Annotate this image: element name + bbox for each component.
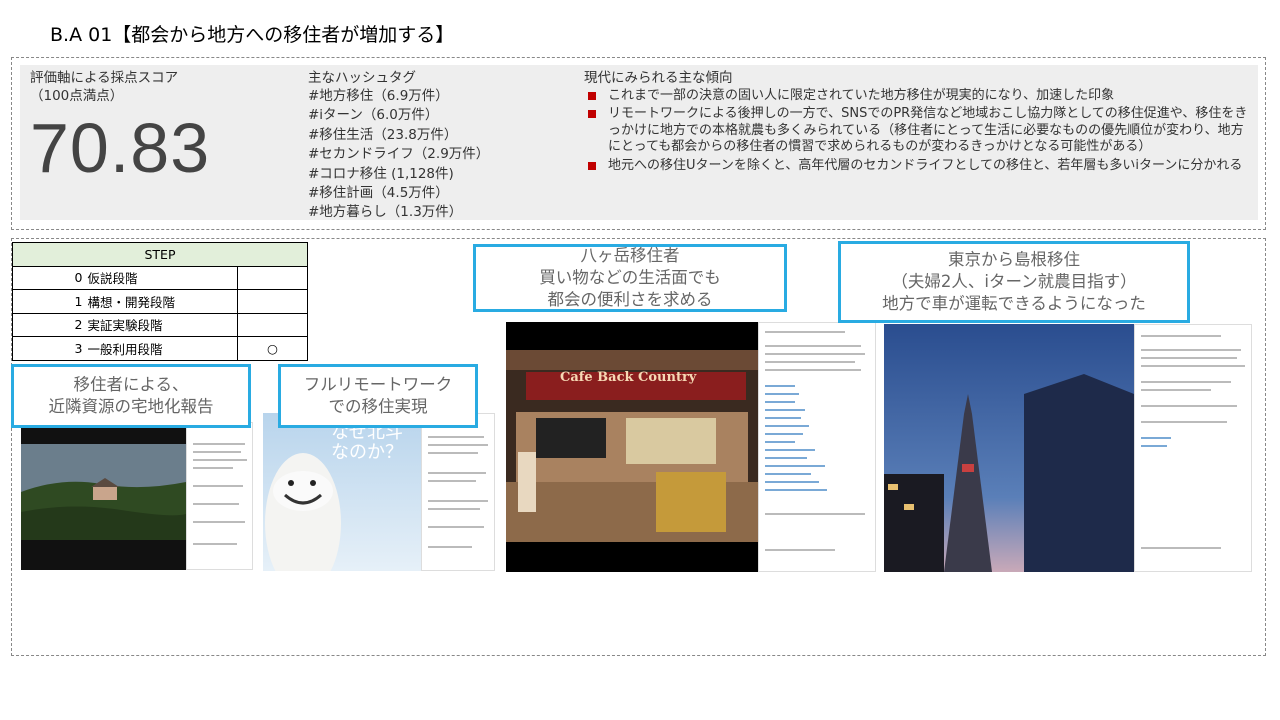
hashtag-panel: 主なハッシュタグ #地方移住（6.9万件） #iターン（6.0万件） #移住生活…: [296, 65, 574, 220]
step-table: STEP 0 仮説段階 1 構想・開発段階 2 実証実験段階 3 一般利用段階 …: [12, 242, 308, 361]
hashtag-item: #地方暮らし（1.3万件）: [308, 204, 463, 221]
step-row: 0 仮説段階: [12, 265, 308, 290]
step-mark: ○: [237, 336, 308, 361]
callout-remote-work: フルリモートワーク での移住実現: [278, 364, 478, 428]
callout-shimane: 東京から島根移住 （夫婦2人、iターン就農目指す） 地方で車が運転できるようにな…: [838, 241, 1190, 323]
step-row: 2 実証実験段階: [12, 312, 308, 337]
step-label: 実証実験段階: [84, 312, 238, 337]
step-number: 0: [12, 265, 85, 290]
summary-frame: 評価軸による採点スコア （100点満点） 70.83 主なハッシュタグ #地方移…: [11, 57, 1266, 230]
step-mark: [237, 312, 308, 337]
step-number: 1: [12, 289, 85, 314]
hashtag-item: #地方移住（6.9万件）: [308, 88, 449, 104]
step-label: 構想・開発段階: [84, 289, 238, 314]
step-row: 3 一般利用段階 ○: [12, 336, 308, 361]
post-text-panel: [421, 413, 495, 571]
step-mark: [237, 289, 308, 314]
post-screenshot-3: Cafe Back Country: [506, 322, 876, 572]
bullet-square-icon: [588, 110, 596, 119]
mascot-caption: なぜ北斗 なのか？: [331, 422, 403, 463]
post-text-panel: [1134, 324, 1252, 572]
post-screenshot-4: [884, 324, 1252, 572]
step-row: 1 構想・開発段階: [12, 289, 308, 314]
cafe-sign: Cafe Back Country: [560, 370, 697, 385]
hashtag-item: #セカンドライフ（2.9万件）: [308, 146, 490, 163]
post-text-panel: [186, 422, 253, 570]
score-value: 70.83: [30, 109, 211, 187]
score-label: 評価軸による採点スコア: [30, 70, 179, 86]
score-panel: 評価軸による採点スコア （100点満点） 70.83: [20, 65, 296, 220]
trend-label: 現代にみられる主な傾向: [584, 70, 733, 86]
trend-list: これまで一部の決意の固い人に限定されていた地方移住が現実的になり、加速した印象 …: [584, 88, 1248, 174]
city-night-photo: [884, 324, 1134, 572]
step-number: 3: [12, 336, 85, 361]
step-number: 2: [12, 312, 85, 337]
page-title: B.A 01【都会から地方への移住者が増加する】: [50, 24, 455, 46]
step-label: 一般利用段階: [84, 336, 238, 361]
hashtag-item: #移住計画（4.5万件）: [308, 185, 449, 202]
trend-item: 地元への移住Uターンを除くと、高年代層のセカンドライフとしての移住と、若年層も多…: [584, 158, 1248, 174]
rural-house-photo: [21, 422, 186, 570]
hashtag-label: 主なハッシュタグ: [308, 70, 416, 86]
trend-panel: 現代にみられる主な傾向 これまで一部の決意の固い人に限定されていた地方移住が現実…: [574, 65, 1258, 220]
step-table-header: STEP: [12, 242, 308, 267]
callout-yatsugatake: 八ヶ岳移住者 買い物などの生活面でも 都会の便利さを求める: [473, 244, 787, 312]
post-text-panel: [758, 322, 876, 572]
trend-item: これまで一部の決意の固い人に限定されていた地方移住が現実的になり、加速した印象: [584, 88, 1248, 104]
hashtag-item: #iターン（6.0万件）: [308, 107, 439, 124]
step-label: 仮説段階: [84, 265, 238, 290]
cafe-photo: [506, 322, 758, 572]
post-screenshot-1: [21, 422, 253, 570]
callout-residential-report: 移住者による、 近隣資源の宅地化報告: [11, 364, 251, 428]
hashtag-item: #移住生活（23.8万件）: [308, 126, 458, 143]
hashtag-item: #コロナ移住 (1,128件): [308, 165, 454, 182]
step-mark: [237, 265, 308, 290]
bullet-square-icon: [588, 161, 596, 170]
score-sublabel: （100点満点）: [30, 88, 124, 104]
trend-item: リモートワークによる後押しの一方で、SNSでのPR発信など地域おこし協力隊として…: [584, 106, 1248, 155]
bullet-square-icon: [588, 92, 596, 100]
post-screenshot-2: なぜ北斗 なのか？: [263, 413, 495, 571]
